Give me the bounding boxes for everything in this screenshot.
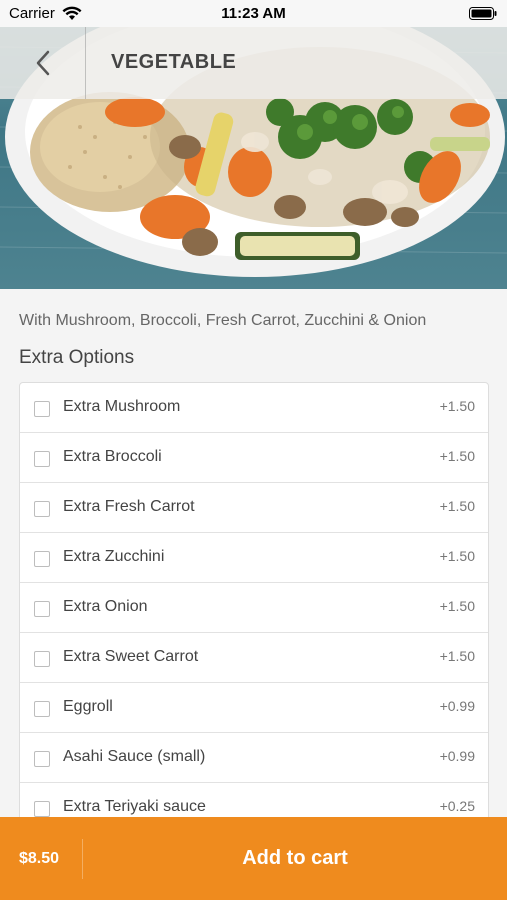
option-label: Extra Broccoli bbox=[63, 448, 162, 465]
chevron-left-icon bbox=[36, 50, 49, 76]
cart-bar: $8.50 Add to cart bbox=[0, 817, 507, 900]
option-price: +0.25 bbox=[439, 798, 475, 814]
checkbox[interactable] bbox=[34, 401, 50, 417]
option-label: Asahi Sauce (small) bbox=[63, 748, 206, 765]
checkbox[interactable] bbox=[34, 701, 50, 717]
option-label: Extra Sweet Carrot bbox=[63, 648, 199, 665]
extra-options-list: Extra Mushroom +1.50 Extra Broccoli +1.5… bbox=[19, 382, 489, 834]
option-label: Eggroll bbox=[63, 698, 113, 715]
option-price: +1.50 bbox=[439, 498, 475, 514]
option-extra-broccoli[interactable]: Extra Broccoli +1.50 bbox=[20, 433, 488, 483]
option-label: Extra Onion bbox=[63, 598, 148, 615]
option-extra-onion[interactable]: Extra Onion +1.50 bbox=[20, 583, 488, 633]
option-price: +0.99 bbox=[439, 748, 475, 764]
page-title: VEGETABLE bbox=[111, 51, 237, 73]
checkbox[interactable] bbox=[34, 601, 50, 617]
checkbox[interactable] bbox=[34, 751, 50, 767]
option-price: +1.50 bbox=[439, 598, 475, 614]
checkbox[interactable] bbox=[34, 451, 50, 467]
extra-options-title: Extra Options bbox=[19, 347, 135, 368]
option-asahi-sauce[interactable]: Asahi Sauce (small) +0.99 bbox=[20, 733, 488, 783]
checkbox[interactable] bbox=[34, 551, 50, 567]
checkbox[interactable] bbox=[34, 501, 50, 517]
battery-icon bbox=[469, 7, 497, 20]
option-price: +1.50 bbox=[439, 448, 475, 464]
option-label: Extra Fresh Carrot bbox=[63, 498, 195, 515]
option-label: Extra Zucchini bbox=[63, 548, 165, 565]
add-to-cart-button[interactable]: Add to cart bbox=[83, 817, 507, 900]
clock: 11:23 AM bbox=[221, 5, 286, 22]
option-label: Extra Teriyaki sauce bbox=[63, 798, 206, 815]
option-extra-mushroom[interactable]: Extra Mushroom +1.50 bbox=[20, 383, 488, 433]
option-price: +1.50 bbox=[439, 548, 475, 564]
status-bar: Carrier 11:23 AM bbox=[0, 0, 507, 27]
option-price: +0.99 bbox=[439, 698, 475, 714]
option-price: +1.50 bbox=[439, 648, 475, 664]
checkbox[interactable] bbox=[34, 801, 50, 817]
option-eggroll[interactable]: Eggroll +0.99 bbox=[20, 683, 488, 733]
option-label: Extra Mushroom bbox=[63, 398, 181, 415]
navigation-bar: VEGETABLE bbox=[0, 27, 507, 99]
checkbox[interactable] bbox=[34, 651, 50, 667]
option-extra-fresh-carrot[interactable]: Extra Fresh Carrot +1.50 bbox=[20, 483, 488, 533]
option-price: +1.50 bbox=[439, 398, 475, 414]
back-button[interactable] bbox=[0, 27, 86, 99]
option-extra-sweet-carrot[interactable]: Extra Sweet Carrot +1.50 bbox=[20, 633, 488, 683]
dish-description: With Mushroom, Broccoli, Fresh Carrot, Z… bbox=[19, 312, 427, 329]
option-extra-zucchini[interactable]: Extra Zucchini +1.50 bbox=[20, 533, 488, 583]
cart-total: $8.50 bbox=[19, 850, 60, 867]
